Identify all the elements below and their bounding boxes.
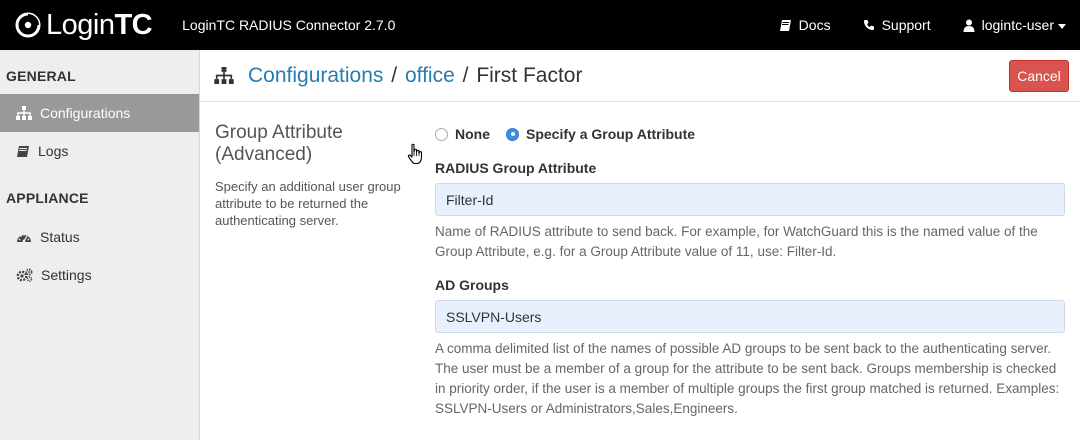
sidebar-item-status[interactable]: Status xyxy=(0,218,199,256)
sidebar-item-label: Status xyxy=(40,229,80,245)
logintc-logo-icon xyxy=(14,11,42,39)
sitemap-icon xyxy=(16,106,32,120)
hand-pointer-icon xyxy=(407,143,423,165)
sitemap-icon xyxy=(214,67,234,84)
radius-group-attribute-help: Name of RADIUS attribute to send back. F… xyxy=(435,224,1038,259)
form-section: Group Attribute (Advanced) Specify an ad… xyxy=(200,103,1080,440)
section-title: Group Attribute (Advanced) xyxy=(215,122,343,165)
radio-none-label[interactable]: None xyxy=(455,126,490,142)
ad-groups-label: AD Groups xyxy=(435,277,509,293)
navbar-right: Docs Support logintc-user xyxy=(747,0,1066,50)
section-info: Group Attribute (Advanced) Specify an ad… xyxy=(215,122,405,229)
radio-specify-label[interactable]: Specify a Group Attribute xyxy=(526,126,695,142)
sidebar-item-label: Logs xyxy=(38,143,69,159)
phone-icon xyxy=(863,20,874,30)
book-icon xyxy=(17,145,29,157)
sidebar-heading-general: GENERAL xyxy=(6,68,76,84)
book-icon xyxy=(779,19,791,31)
radio-none[interactable] xyxy=(435,127,448,141)
breadcrumb-separator: / xyxy=(391,63,398,87)
support-link[interactable]: Support xyxy=(863,17,931,33)
sidebar-heading-appliance: APPLIANCE xyxy=(6,190,89,206)
breadcrumb-configurations-link[interactable]: Configurations xyxy=(248,64,383,87)
sidebar-item-settings[interactable]: Settings xyxy=(0,256,199,294)
sidebar-item-configurations[interactable]: Configurations xyxy=(0,94,199,132)
user-menu[interactable]: logintc-user xyxy=(963,17,1066,33)
ad-groups-input[interactable] xyxy=(435,300,1065,333)
group-attribute-options: None Specify a Group Attribute xyxy=(435,125,1065,143)
top-navbar: LoginTC LoginTC RADIUS Connector 2.7.0 D… xyxy=(0,0,1080,50)
product-title: LoginTC RADIUS Connector 2.7.0 xyxy=(182,17,396,33)
sidebar-item-label: Settings xyxy=(41,267,92,283)
sidebar-item-label: Configurations xyxy=(40,105,131,121)
ad-groups-help: A comma delimited list of the names of p… xyxy=(435,341,1060,416)
caret-down-icon xyxy=(1058,23,1066,29)
dashboard-icon xyxy=(17,233,31,242)
breadcrumb-current: First Factor xyxy=(476,63,583,87)
docs-label: Docs xyxy=(798,17,831,33)
brand-logo[interactable]: LoginTC xyxy=(14,0,153,50)
radius-group-attribute-input[interactable] xyxy=(435,183,1065,216)
breadcrumb-office-link[interactable]: office xyxy=(405,64,455,87)
radio-specify-group-attribute[interactable] xyxy=(506,127,519,141)
user-label: logintc-user xyxy=(981,17,1054,33)
radius-group-attribute-label: RADIUS Group Attribute xyxy=(435,160,597,176)
sidebar-item-logs[interactable]: Logs xyxy=(0,132,199,170)
breadcrumb: Configurations / office / First Factor xyxy=(248,64,582,88)
support-label: Support xyxy=(881,17,931,33)
docs-link[interactable]: Docs xyxy=(779,17,831,33)
section-description: Specify an additional user group attribu… xyxy=(215,179,401,228)
sidebar: GENERAL Configurations Logs APPLIANCE St… xyxy=(0,50,200,440)
page-header: Configurations / office / First Factor C… xyxy=(200,50,1080,102)
brand-wordmark: LoginTC xyxy=(46,8,153,41)
cancel-button[interactable]: Cancel xyxy=(1009,60,1069,92)
gears-icon xyxy=(16,268,33,282)
breadcrumb-separator: / xyxy=(462,63,469,87)
section-fields: None Specify a Group Attribute RADIUS Gr… xyxy=(435,125,1065,419)
user-icon xyxy=(963,19,975,32)
